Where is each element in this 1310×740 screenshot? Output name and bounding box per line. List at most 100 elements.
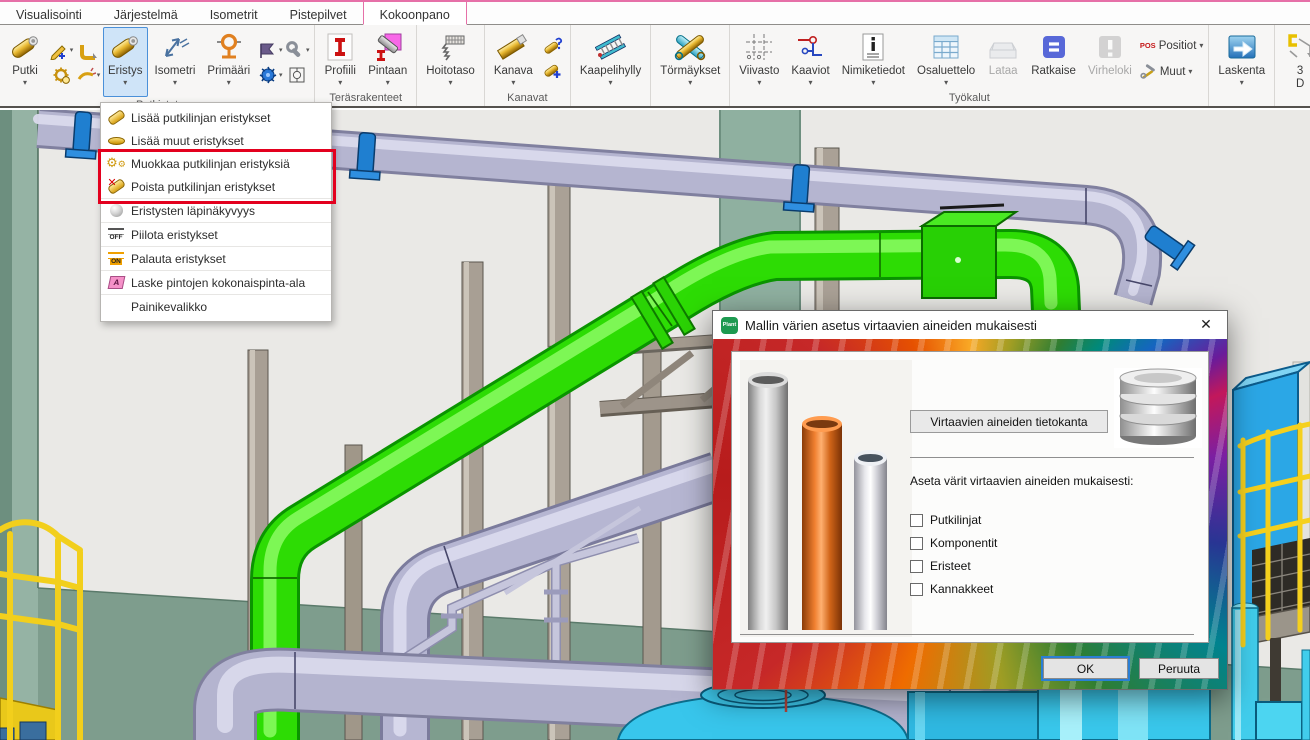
checkbox-komponentit[interactable] xyxy=(910,537,923,550)
pipe-component-button[interactable] xyxy=(48,63,74,87)
duct-query-button[interactable] xyxy=(540,34,566,58)
ribbon-group-kanavat: Kanava Kanavat xyxy=(485,25,571,106)
valve-tool-button[interactable]: ▾ xyxy=(257,63,283,87)
off-icon: OFF xyxy=(101,228,131,242)
gridlines-icon xyxy=(743,31,775,63)
laskenta-button[interactable]: Laskenta xyxy=(1213,27,1270,90)
kaaviot-button[interactable]: Kaaviot xyxy=(786,27,834,90)
positiot-button[interactable]: POS Positiot xyxy=(1140,34,1204,58)
parts-list-icon xyxy=(930,31,962,63)
osaluettelo-button[interactable]: Osaluettelo xyxy=(912,27,980,90)
ratkaise-button[interactable]: Ratkaise xyxy=(1026,27,1081,90)
ok-button[interactable]: OK xyxy=(1043,658,1128,679)
hoitotaso-button[interactable]: Hoitotaso xyxy=(421,27,480,90)
ribbon-group-kaapelihylly: Kaapelihylly xyxy=(571,25,651,106)
gear-pipe-icon xyxy=(51,65,71,85)
pen-plus-icon xyxy=(49,40,69,60)
profiili-button[interactable]: Profiili xyxy=(319,27,361,90)
checkbox-putkilinjat[interactable] xyxy=(910,514,923,527)
on-icon: ON xyxy=(101,252,131,266)
fluid-database-button[interactable]: Virtaavien aineiden tietokanta xyxy=(910,410,1108,433)
checkbox-row-komponentit[interactable]: Komponentit xyxy=(910,535,997,551)
add-pipe-part-button[interactable]: ▾ xyxy=(48,38,74,62)
checkbox-row-eristeet[interactable]: Eristeet xyxy=(910,558,971,574)
symbol-box-button[interactable] xyxy=(284,63,310,87)
valve-icon xyxy=(258,65,278,85)
wrench-icon xyxy=(285,40,305,60)
weld-icon xyxy=(76,65,96,85)
disc-icon xyxy=(101,137,131,145)
solve-icon xyxy=(1038,31,1070,63)
weld-button[interactable]: ▾ xyxy=(75,63,101,87)
menu-item-lisaa-muut-eristykset[interactable]: Lisää muut eristykset xyxy=(101,129,331,152)
set-colors-label: Aseta värit virtaavien aineiden mukaises… xyxy=(910,474,1133,488)
pintaan-button[interactable]: Pintaan xyxy=(363,27,412,90)
menu-item-piilota-eristykset[interactable]: OFF Piilota eristykset xyxy=(101,222,331,246)
isometric-dimension-icon xyxy=(159,31,191,63)
menu-item-palauta-eristykset[interactable]: ON Palauta eristykset xyxy=(101,246,331,270)
tab-pistepilvet[interactable]: Pistepilvet xyxy=(274,2,363,24)
primaari-button[interactable]: Primääri xyxy=(202,27,255,97)
tab-jarjestelma[interactable]: Järjestelmä xyxy=(98,2,194,24)
menu-item-eristysten-lapinakyvyys[interactable]: Eristysten läpinäkyvyys xyxy=(101,198,331,222)
calculation-arrow-icon xyxy=(1226,31,1258,63)
checkbox-row-putkilinjat[interactable]: Putkilinjat xyxy=(910,512,981,528)
area-icon: A xyxy=(101,276,131,289)
nimiketiedot-button[interactable]: Nimiketiedot xyxy=(837,27,910,90)
menu-item-laske-pintojen-kokonaispinta-ala[interactable]: A Laske pintojen kokonaispinta-ala xyxy=(101,270,331,294)
duct-question-icon xyxy=(543,36,563,56)
isometri-button[interactable]: Isometri xyxy=(150,27,201,97)
duct-add-button[interactable] xyxy=(540,59,566,83)
muut-button[interactable]: Muut xyxy=(1140,60,1204,84)
checkbox-kannakkeet[interactable] xyxy=(910,583,923,596)
tab-kokoonpano[interactable]: Kokoonpano xyxy=(363,0,467,25)
menu-item-lisaa-putkilinjan-eristykset[interactable]: Lisää putkilinjan eristykset xyxy=(101,106,331,129)
flag-icon xyxy=(258,40,278,60)
kaapelihylly-button[interactable]: Kaapelihylly xyxy=(575,27,646,90)
checkbox-row-kannakkeet[interactable]: Kannakkeet xyxy=(910,581,993,597)
gray-pipe-image xyxy=(748,380,788,630)
load-tray-icon xyxy=(987,31,1019,63)
ribbon-group-putkistot: Putki ▾ ▾ Eristys xyxy=(0,25,315,106)
menu-item-muokkaa-putkilinjan-eristyksia[interactable]: ⚙⚙ Muokkaa putkilinjan eristyksiä xyxy=(101,152,331,175)
plant-app-icon: Plant xyxy=(721,317,738,334)
error-log-icon xyxy=(1094,31,1126,63)
flag-tool-button[interactable]: ▾ xyxy=(257,38,283,62)
ribbon-group-terasrakenteet: Profiili Pintaan Teräsrakenteet xyxy=(315,25,417,106)
crossed-tools-icon xyxy=(1140,63,1157,80)
tab-visualisointi[interactable]: Visualisointi xyxy=(0,2,98,24)
dialog-title-bar[interactable]: Plant Mallin värien asetus virtaavien ai… xyxy=(713,311,1227,339)
elbow-icon xyxy=(78,40,98,60)
tormaykset-button[interactable]: Törmäykset xyxy=(655,27,725,90)
putki-button[interactable]: Putki xyxy=(4,27,46,97)
pos-icon: POS xyxy=(1140,41,1156,50)
menu-item-painikevalikko[interactable]: Painikevalikko xyxy=(101,294,331,318)
viivasto-button[interactable]: Viivasto xyxy=(734,27,784,90)
checkbox-eristeet[interactable] xyxy=(910,560,923,573)
eristys-dropdown-menu: Lisää putkilinjan eristykset Lisää muut … xyxy=(100,102,332,322)
wrench-tool-button[interactable]: ▾ xyxy=(284,38,310,62)
3d-view-icon xyxy=(1284,31,1310,63)
clash-check-icon xyxy=(674,31,706,63)
menu-item-poista-putkilinjan-eristykset[interactable]: ✕ Poista putkilinjan eristykset xyxy=(101,175,331,198)
pipes-illustration xyxy=(740,360,912,637)
tab-isometrit[interactable]: Isometrit xyxy=(194,2,274,24)
item-info-icon xyxy=(857,31,889,63)
gears-icon: ⚙⚙ xyxy=(101,157,131,170)
pipe-icon xyxy=(9,31,41,63)
ribbon-tab-strip: Visualisointi Järjestelmä Isometrit Pist… xyxy=(0,0,1310,25)
close-icon[interactable]: ✕ xyxy=(1193,314,1219,336)
ribbon-group-tormaykset: Törmäykset xyxy=(651,25,730,106)
boxed-symbol-icon xyxy=(287,65,307,85)
pipe-delete-icon: ✕ xyxy=(101,182,131,191)
eristys-button[interactable]: Eristys xyxy=(103,27,148,97)
pipe-icon xyxy=(101,113,131,122)
kanava-button[interactable]: Kanava xyxy=(489,27,538,90)
3d-button[interactable]: 3 D xyxy=(1279,27,1310,91)
pipe-elbow-button[interactable] xyxy=(75,38,101,62)
profile-beam-icon xyxy=(324,31,356,63)
pid-diagram-icon xyxy=(795,31,827,63)
platform-stairs-icon xyxy=(435,31,467,63)
cable-tray-icon xyxy=(595,31,627,63)
cancel-button[interactable]: Peruuta xyxy=(1139,658,1219,679)
